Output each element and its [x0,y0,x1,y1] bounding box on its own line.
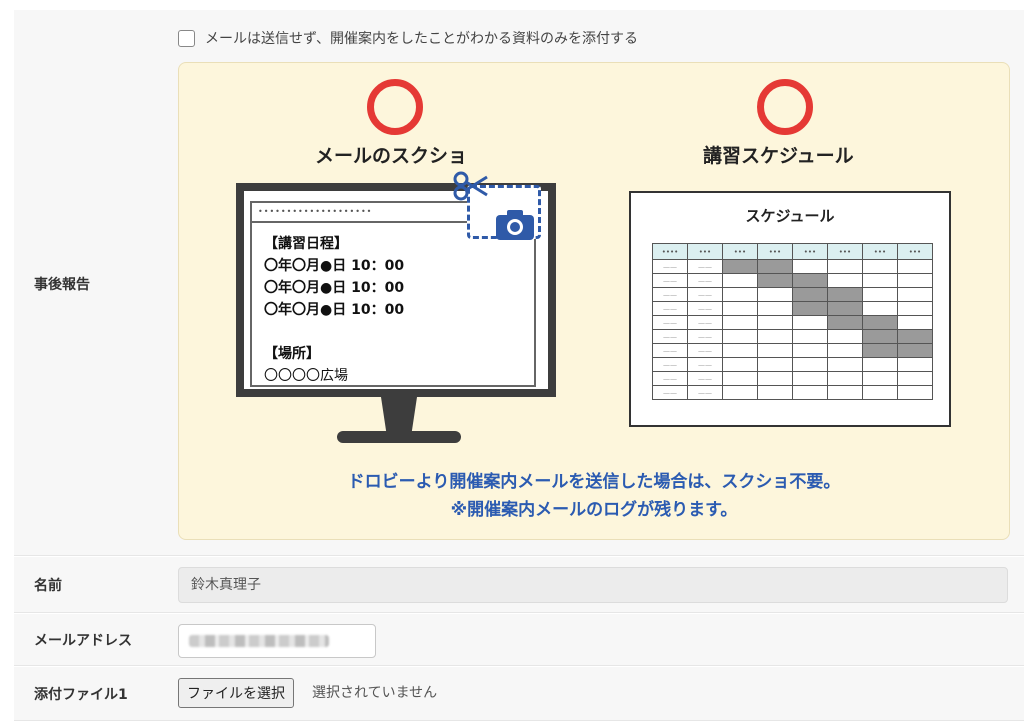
instruction-illustration: メールのスクショ •••••••••••••••••••• 【講習日程】 〇年〇… [178,62,1010,540]
schedule-document: スケジュール •••• ••• ••• ••• ••• ••• ••• ••• … [629,191,951,427]
monitor-base [337,431,461,443]
schedule-header-cell: •••• [652,243,688,260]
name-label: 名前 [34,577,62,594]
row-email: メールアドレス [14,614,1024,666]
monitor-stand [381,397,417,433]
schedule-header-cell: ••• [862,243,898,260]
mail-screenshot-heading: メールのスクショ [315,145,468,167]
mail-log-note: ※開催案内メールのログが残ります。 [450,500,738,520]
row-name: 名前 鈴木真理子 [14,557,1024,613]
file-status-text: 選択されていません [312,685,438,701]
mail-date-line: 〇年〇月●日 10：00 [264,302,405,318]
row-post-report: 事後報告 メールは送信せず、開催案内をしたことがわかる資料のみを添付する メール… [14,10,1024,556]
screenshot-not-needed-note: ドロビーより開催案内メールを送信した場合は、スクショ不要。 [347,472,841,492]
mail-venue: 〇〇〇〇広場 [264,368,348,384]
attachment-1-label: 添付ファイル1 [34,686,128,703]
name-field: 鈴木真理子 [178,567,1008,603]
mail-content: 【講習日程】 〇年〇月●日 10：00 〇年〇月●日 10：00 〇年〇月●日 … [252,223,534,387]
mail-date-line: 〇年〇月●日 10：00 [264,280,405,296]
row-attachment-1: 添付ファイル1 ファイルを選択 選択されていません [14,667,1024,721]
schedule-heading: 講習スケジュール [703,145,854,167]
attach-only-checkbox-label: メールは送信せず、開催案内をしたことがわかる資料のみを添付する [205,31,639,47]
schedule-title: スケジュール [745,207,835,225]
schedule-grid: •••• ••• ••• ••• ••• ••• ••• ••• —— —— ——… [652,243,933,400]
attach-only-checkbox-wrap[interactable]: メールは送信せず、開催案内をしたことがわかる資料のみを添付する [178,28,638,48]
circle-ok-icon [367,79,423,135]
email-input[interactable] [178,624,376,658]
scissors-icon [453,171,488,201]
attach-only-checkbox[interactable] [178,29,195,47]
choose-file-button[interactable]: ファイルを選択 [178,678,294,708]
schedule-header-cell: ••• [897,243,933,260]
mail-venue-header: 【場所】 [264,346,320,362]
schedule-header-cell: ••• [687,243,723,260]
circle-ok-icon [757,79,813,135]
blurred-email-value [189,634,329,647]
schedule-header-cell: ••• [792,243,828,260]
email-label: メールアドレス [34,632,132,649]
schedule-header-cell: ••• [757,243,793,260]
mail-date-line: 〇年〇月●日 10：00 [264,258,405,274]
post-report-label: 事後報告 [34,277,90,293]
schedule-header-cell: ••• [722,243,758,260]
schedule-header-cell: ••• [827,243,863,260]
camera-icon [496,210,534,240]
